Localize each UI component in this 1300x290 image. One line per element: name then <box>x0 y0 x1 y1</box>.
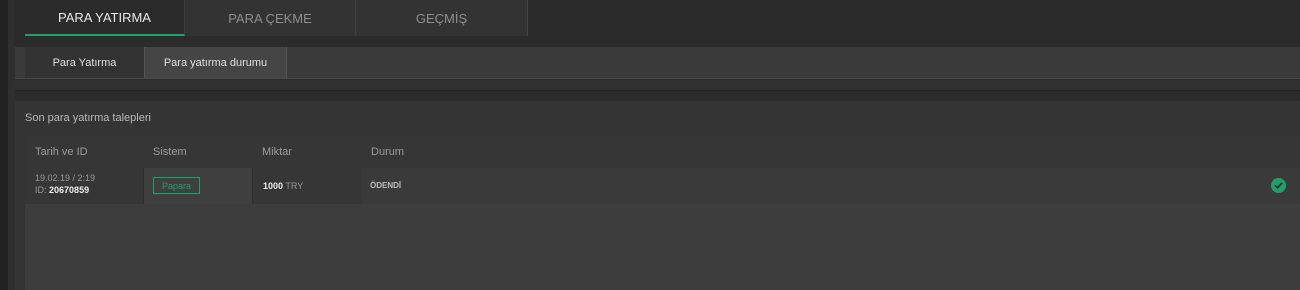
left-rail <box>0 0 8 290</box>
column-header-system: Sistem <box>153 146 187 158</box>
deposit-table: Tarih ve ID Sistem Miktar Durum 19.02.19… <box>25 136 1300 290</box>
column-header-status: Durum <box>371 146 405 158</box>
tab-para-yatirma[interactable]: PARA YATIRMA <box>25 0 185 36</box>
check-circle-icon <box>1271 178 1286 193</box>
status-badge: ÖDENDİ <box>370 181 402 190</box>
subtab-para-yatirma[interactable]: Para Yatırma <box>25 47 144 78</box>
row-currency: TRY <box>285 181 304 191</box>
row-id-label: ID: <box>35 185 47 195</box>
table-header: Tarih ve ID Sistem Miktar Durum <box>25 136 1300 168</box>
system-badge: Papara <box>153 177 200 194</box>
row-amount-value: 1000 <box>263 181 284 191</box>
system-cell: Papara <box>143 168 253 204</box>
subtab-para-yatirma-durumu[interactable]: Para yatırma durumu <box>144 47 287 78</box>
column-header-amount: Miktar <box>262 146 292 158</box>
tab-gecmis[interactable]: GEÇMİŞ <box>356 0 528 36</box>
deposit-requests-panel: Son para yatırma talepleri Tarih ve ID S… <box>15 101 1300 290</box>
column-header-date: Tarih ve ID <box>35 146 88 158</box>
divider <box>15 80 1300 91</box>
sub-tabs-bar: Para Yatırma Para yatırma durumu <box>15 47 1300 79</box>
date-id-cell: 19.02.19 / 2:19 ID: 20670859 <box>25 168 143 204</box>
row-id: ID: 20670859 <box>35 185 89 195</box>
row-date: 19.02.19 / 2:19 <box>35 173 96 183</box>
table-row[interactable]: 19.02.19 / 2:19 ID: 20670859 Papara 1000… <box>25 168 1300 204</box>
row-id-value: 20670859 <box>49 185 90 195</box>
left-rail-inner <box>8 0 15 290</box>
panel-title: Son para yatırma talepleri <box>25 112 151 124</box>
sub-tabs: Para Yatırma Para yatırma durumu <box>25 47 287 78</box>
row-amount: 1000 TRY <box>263 181 303 191</box>
amount-cell: 1000 TRY <box>253 168 361 204</box>
tab-para-cekme[interactable]: PARA ÇEKME <box>185 0 356 36</box>
top-tabs: PARA YATIRMA PARA ÇEKME GEÇMİŞ <box>25 0 528 37</box>
